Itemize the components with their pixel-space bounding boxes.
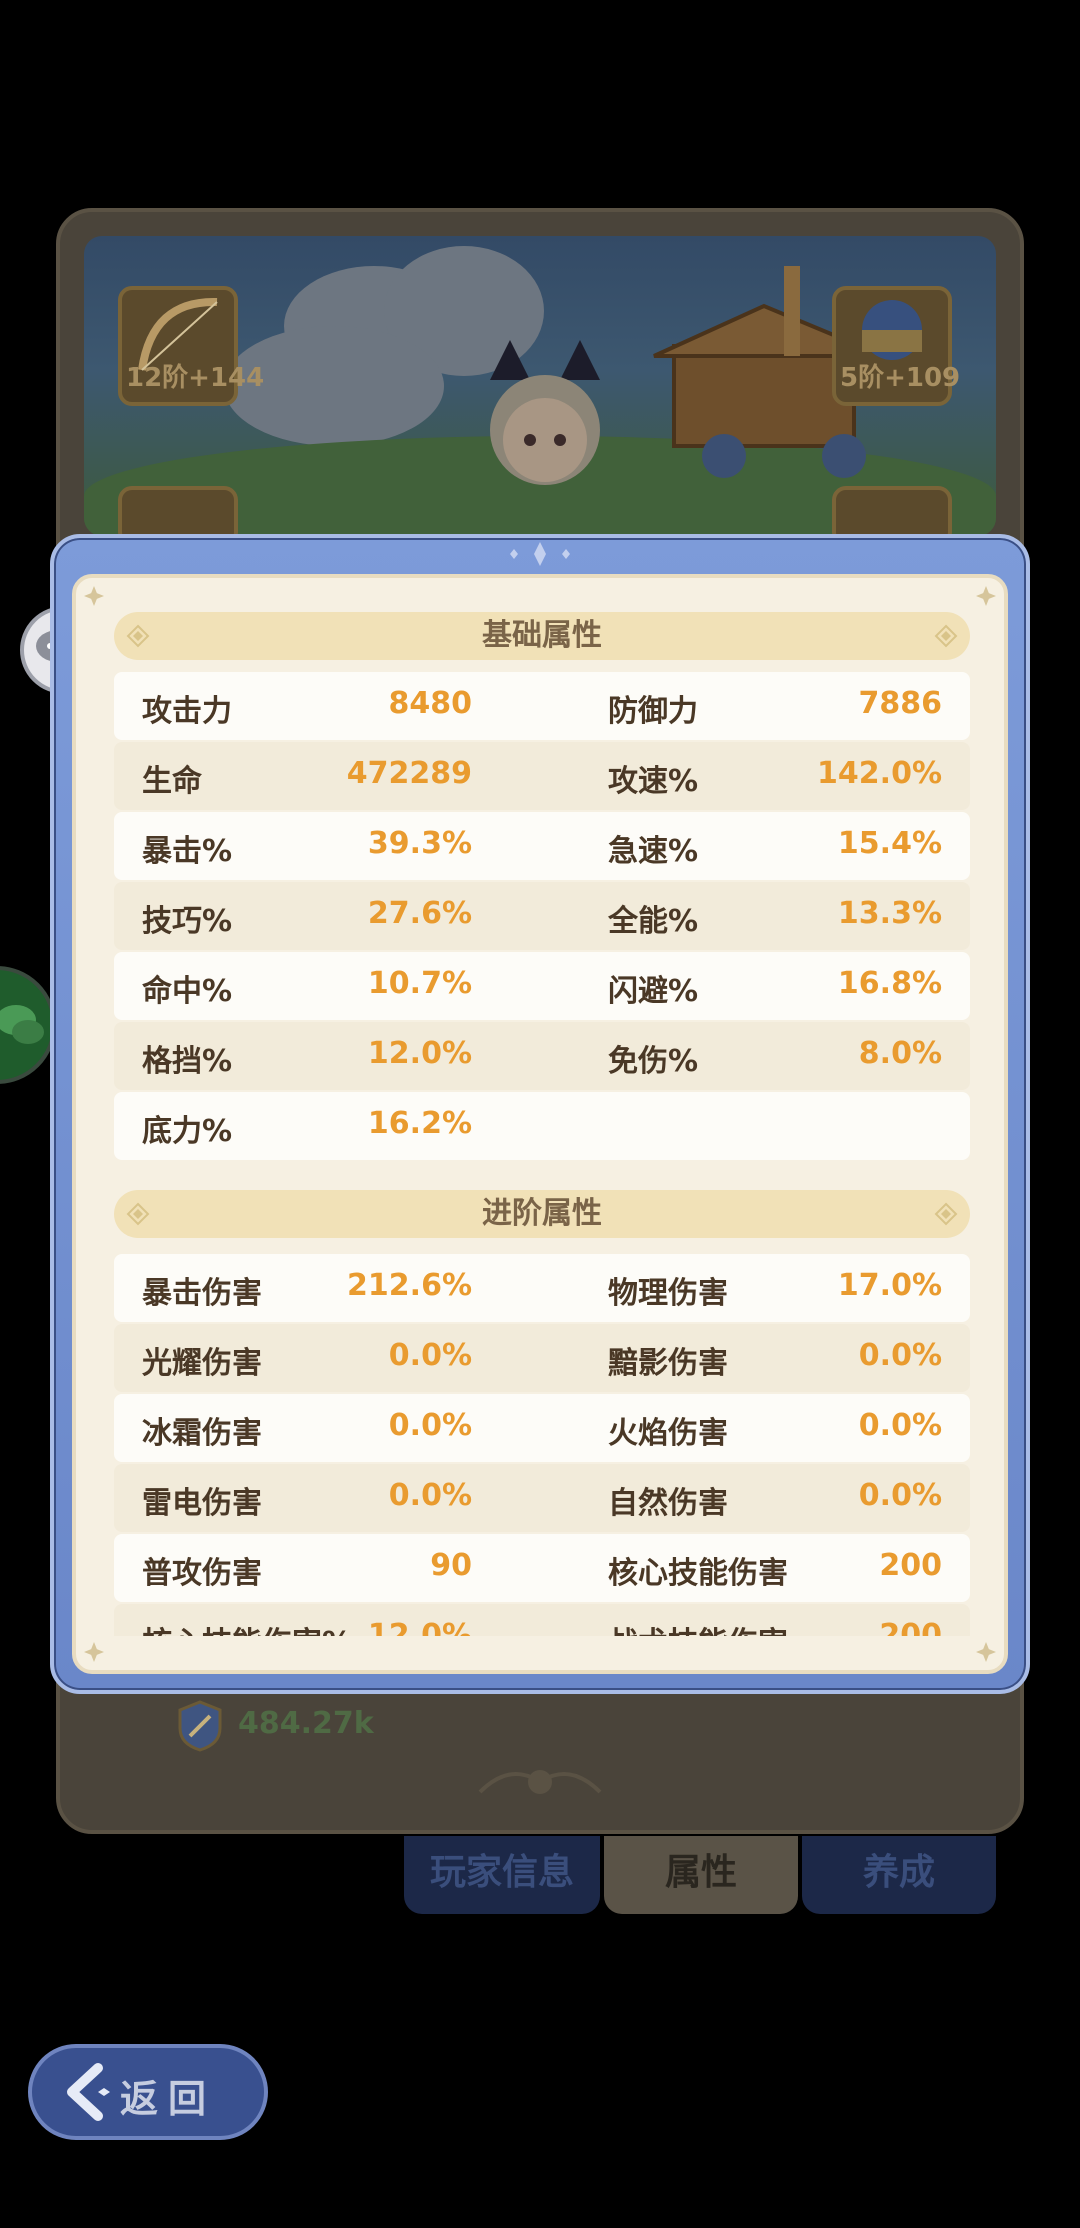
attribute-label: 物理伤害 (608, 1276, 728, 1311)
attribute-value: 12.0% (367, 1036, 472, 1071)
attribute-label: 全能% (608, 904, 699, 939)
attribute-label: 技巧% (142, 904, 233, 939)
attribute-value: 17.0% (837, 1268, 942, 1303)
attribute-row: 冰霜伤害 0.0% 火焰伤害 0.0% (114, 1394, 970, 1462)
back-arrow-icon (67, 2063, 110, 2121)
corner-ornament-icon (84, 586, 104, 606)
tab-attributes[interactable]: 属性 (604, 1836, 798, 1914)
diamond-icon (126, 1202, 150, 1226)
attribute-row: 光耀伤害 0.0% 黯影伤害 0.0% (114, 1324, 970, 1392)
attribute-label: 免伤% (608, 1044, 699, 1079)
attribute-value: 16.8% (837, 966, 942, 1001)
attribute-row: 生命 472289 攻速% 142.0% (114, 742, 970, 810)
attribute-value: 200 (879, 1548, 942, 1583)
attribute-label: 暴击伤害 (142, 1276, 262, 1311)
attribute-value: 472289 (346, 756, 472, 791)
attribute-value: 0.0% (388, 1478, 472, 1513)
attribute-value: 0.0% (858, 1478, 942, 1513)
character-avatar (490, 340, 600, 485)
wechat-button[interactable] (0, 966, 56, 1084)
advanced-attributes-scroll[interactable]: 暴击伤害 212.6% 物理伤害 17.0% 光耀伤害 0.0% 黯影伤害 0.0% 冰霜伤害 0… (114, 1248, 970, 1636)
combat-power-value: 484.27k (238, 1706, 374, 1741)
attribute-value: 212.6% (347, 1268, 472, 1303)
attribute-value: 39.3% (367, 826, 472, 861)
attribute-row: 雷电伤害 0.0% 自然伤害 0.0% (114, 1464, 970, 1532)
attribute-value: 7886 (858, 686, 943, 721)
equipment-level: 5阶+109 (840, 363, 961, 393)
attribute-label: 核心技能伤害% (142, 1618, 352, 1636)
basic-attributes-header: 基础属性 (114, 612, 970, 660)
diamond-icon (126, 624, 150, 648)
equipment-slot-helmet[interactable]: 5阶+109 (832, 286, 961, 406)
attribute-row: 技巧% 27.6% 全能% 13.3% (114, 882, 970, 950)
attribute-label: 普攻伤害 (142, 1556, 262, 1591)
attribute-value: 27.6% (367, 896, 472, 931)
attribute-value: 8.0% (858, 1036, 942, 1071)
attribute-label: 冰霜伤害 (142, 1416, 262, 1451)
diamond-icon (934, 1202, 958, 1226)
attribute-label: 光耀伤害 (142, 1346, 262, 1381)
corner-ornament-icon (976, 1642, 996, 1662)
attribute-label: 攻速% (608, 764, 699, 799)
attribute-row: 普攻伤害 90 核心技能伤害 200 (114, 1534, 970, 1602)
advanced-attributes-title: 进阶属性 (482, 1196, 602, 1231)
attribute-value: 142.0% (817, 756, 942, 791)
attribute-value: 0.0% (388, 1338, 472, 1373)
attribute-row: 格挡% 12.0% 免伤% 8.0% (114, 1022, 970, 1090)
corner-ornament-icon (976, 586, 996, 606)
attribute-label: 雷电伤害 (142, 1486, 262, 1521)
attribute-label: 闪避% (608, 974, 699, 1009)
back-button-label: 返回 (120, 2077, 217, 2121)
advanced-attributes-header: 进阶属性 (114, 1190, 970, 1238)
attribute-row: 核心技能伤害% 12.0% 战术技能伤害 200 (114, 1604, 970, 1636)
attribute-label: 核心技能伤害 (608, 1556, 788, 1591)
attribute-label: 生命 (142, 764, 202, 799)
attribute-value: 0.0% (388, 1408, 472, 1443)
attribute-label: 火焰伤害 (608, 1416, 728, 1451)
attribute-label: 战术技能伤害 (608, 1618, 788, 1636)
attribute-value: 0.0% (858, 1338, 942, 1373)
tab-training[interactable]: 养成 (802, 1836, 996, 1914)
attribute-label: 暴击% (142, 834, 233, 869)
diamond-icon (934, 624, 958, 648)
attribute-value: 200 (879, 1618, 942, 1636)
attribute-label: 防御力 (608, 694, 698, 729)
attribute-value: 10.7% (367, 966, 472, 1001)
attribute-value: 8480 (388, 686, 473, 721)
tab-player-info[interactable]: 玩家信息 (404, 1836, 600, 1914)
wechat-icon (0, 1005, 44, 1044)
equipment-level: 12阶+144 (126, 363, 265, 393)
ornament-icon (478, 1770, 602, 1794)
attribute-value: 90 (430, 1548, 472, 1583)
attribute-row: 暴击% 39.3% 急速% 15.4% (114, 812, 970, 880)
attribute-value: 0.0% (858, 1408, 942, 1443)
attribute-label: 格挡% (142, 1044, 233, 1079)
basic-attributes-title: 基础属性 (482, 618, 602, 653)
attribute-value: 16.2% (367, 1106, 472, 1141)
back-button[interactable]: 返回 (28, 2044, 268, 2140)
attribute-label: 自然伤害 (608, 1486, 728, 1521)
attribute-value: 15.4% (837, 826, 942, 861)
attribute-value: 12.0% (367, 1618, 472, 1636)
equipment-slot-bow[interactable]: 12阶+144 (118, 286, 265, 406)
attribute-row: 底力% 16.2% (114, 1092, 970, 1160)
corner-ornament-icon (84, 1642, 104, 1662)
attribute-value: 13.3% (837, 896, 942, 931)
attribute-label: 底力% (142, 1114, 233, 1149)
attribute-label: 命中% (142, 974, 233, 1009)
shield-icon (178, 1700, 222, 1752)
attribute-row: 攻击力 8480 防御力 7886 (114, 672, 970, 740)
attribute-label: 黯影伤害 (608, 1346, 728, 1381)
attribute-row: 命中% 10.7% 闪避% 16.8% (114, 952, 970, 1020)
attribute-label: 急速% (608, 834, 699, 869)
attribute-label: 攻击力 (142, 694, 232, 729)
attribute-row: 暴击伤害 212.6% 物理伤害 17.0% (114, 1254, 970, 1322)
sparkle-icon (510, 542, 570, 566)
